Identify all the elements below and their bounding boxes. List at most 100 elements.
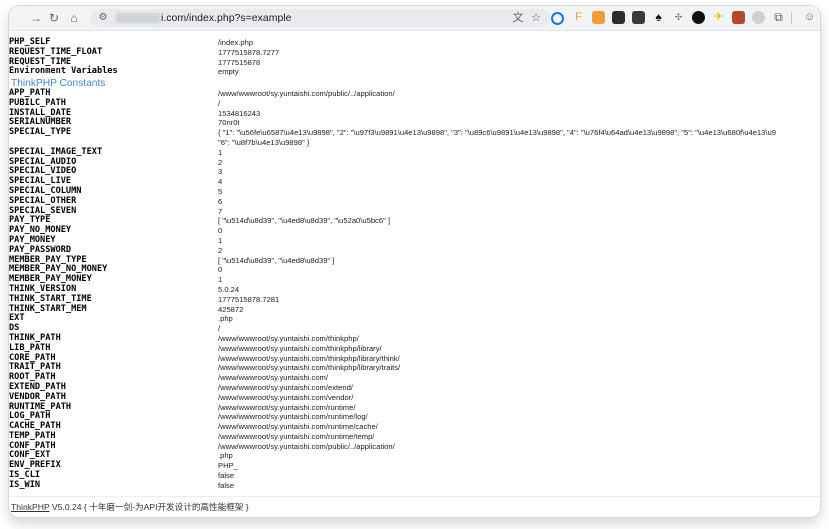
var-value: empty — [218, 67, 239, 77]
var-value: 1777515878 — [218, 57, 261, 67]
table-row: MEMBER_PAY_MONEY 1 — [9, 274, 776, 285]
table-row: VENDOR_PATH/www/wwwroot/sy.yuntaishi.com… — [9, 392, 776, 403]
var-name: IS_WIN — [9, 479, 41, 490]
var-value: 1777515878.7281 — [218, 294, 280, 304]
var-value: /www/wwwroot/sy.yuntaishi.com/runtime/ — [218, 402, 356, 412]
var-value: 425872 — [218, 304, 244, 314]
var-value: .php — [218, 314, 233, 324]
extension-f-icon[interactable]: F — [572, 11, 585, 24]
var-value: /www/wwwroot/sy.yuntaishi.com/runtime/ca… — [218, 422, 378, 432]
table-row: CACHE_PATH/www/wwwroot/sy.yuntaishi.com/… — [9, 421, 776, 432]
table-row: Environment Variables empty — [9, 67, 279, 77]
url-text[interactable]: i.com/index.php?s=example — [161, 9, 291, 27]
server-vars-table: PHP_SELF/index.php REQUEST_TIME_FLOAT 1777… — [9, 37, 279, 77]
var-name: Environment Variables — [9, 66, 118, 77]
reload-icon[interactable]: ↻ — [45, 9, 63, 27]
var-value: /www/wwwroot/sy.yuntaishi.com/public/../… — [218, 89, 395, 98]
var-value-line: "6": "\u8f7b\u4e13\u9898" } — [218, 137, 310, 147]
forward-icon[interactable]: → — [27, 9, 45, 27]
var-value: /www/wwwroot/sy.yuntaishi.com/runtime/te… — [218, 431, 375, 441]
page-footer: ThinkPHP V5.0.24 { 十年磨一剑-为API开发设计的高性能框架 … — [9, 496, 820, 517]
var-value: /www/wwwroot/sy.yuntaishi.com/thinkphp/ — [218, 333, 359, 343]
var-name: THINK_START_MEM — [9, 303, 87, 314]
profile-icon[interactable]: ☺ — [803, 11, 816, 24]
var-value: PHP_ — [218, 461, 238, 471]
table-row: SPECIAL_TYPE { "1": "\u56fe\u6587\u4e13\u… — [9, 127, 776, 148]
extension-dark-icon[interactable] — [612, 11, 625, 24]
var-value: 7 — [218, 206, 223, 216]
var-value: 2 — [218, 245, 223, 255]
table-row: PAY_MONEY 1 — [9, 235, 776, 246]
var-value: .php — [218, 451, 233, 461]
var-value: /www/wwwroot/sy.yuntaishi.com/ — [218, 373, 328, 383]
var-value: [ "\u514d\u8d39", "\u4ed8\u8d39", "\u52a… — [218, 216, 390, 226]
extension-gray-icon[interactable] — [752, 11, 765, 24]
var-value: /www/wwwroot/sy.yuntaishi.com/extend/ — [218, 382, 353, 392]
table-row: THINK_VERSION 5.0.24 — [9, 284, 776, 295]
extension-spade-icon[interactable]: ♠ — [652, 11, 665, 24]
thinkphp-link[interactable]: ThinkPHP — [11, 502, 50, 512]
extension-spiral-icon[interactable] — [692, 11, 705, 24]
var-value: 1 — [218, 275, 223, 285]
var-value: 0 — [218, 226, 223, 236]
table-row: ROOT_PATH/www/wwwroot/sy.yuntaishi.com/ — [9, 372, 776, 383]
bookmark-star-icon[interactable]: ☆ — [528, 9, 544, 27]
var-value: /www/wwwroot/sy.yuntaishi.com/vendor/ — [218, 392, 354, 402]
browser-toolbar: → ↻ ⌂ ⚙ i.com/index.php?s=example 文 ☆ F … — [9, 6, 820, 31]
var-value: { "1": "\u56fe\u6587\u4e13\u9898", "2": … — [218, 128, 776, 148]
var-value: 70nr0t — [218, 118, 240, 128]
address-bar[interactable]: ⚙ i.com/index.php?s=example 文 ☆ — [90, 9, 550, 27]
table-row: SPECIAL_OTHER 6 — [9, 196, 776, 207]
var-value: 6 — [218, 196, 223, 206]
table-row: SERIALNUMBER 70nr0t — [9, 118, 776, 128]
table-row: SPECIAL_IMAGE_TEXT 1 — [9, 147, 776, 158]
table-row: DS / — [9, 323, 776, 334]
table-row: APP_PATH/www/wwwroot/sy.yuntaishi.com/pu… — [9, 88, 776, 99]
var-value: 1 — [218, 147, 223, 157]
var-value-line: { "1": "\u56fe\u6587\u4e13\u9898", "2": … — [218, 128, 776, 138]
table-row: THINK_START_TIME 1777515878.7281 — [9, 294, 776, 305]
table-row: PAY_PASSWORD 2 — [9, 245, 776, 256]
var-value: 0 — [218, 265, 223, 275]
var-value: /www/wwwroot/sy.yuntaishi.com/thinkphp/l… — [218, 353, 400, 363]
var-value: / — [218, 98, 221, 108]
constants-table: APP_PATH/www/wwwroot/sy.yuntaishi.com/pu… — [9, 88, 776, 491]
var-value: 1 — [218, 235, 223, 245]
table-row: ENV_PREFIX PHP_ — [9, 460, 776, 471]
table-row: SPECIAL_LIVE 4 — [9, 176, 776, 187]
extension-bird-icon[interactable]: ✈ — [712, 11, 725, 24]
var-value: 3 — [218, 167, 223, 177]
var-value: /www/wwwroot/sy.yuntaishi.com/public/../… — [218, 441, 395, 451]
var-name: IS_CLI — [9, 470, 41, 481]
table-row: SPECIAL_COLUMN 5 — [9, 186, 776, 197]
extension-puzzle-small-icon[interactable]: ✣ — [672, 11, 685, 24]
table-row: LIB_PATH/www/wwwroot/sy.yuntaishi.com/th… — [9, 343, 776, 354]
table-row: PAY_TYPE[ "\u514d\u8d39", "\u4ed8\u8d39"… — [9, 216, 776, 226]
var-name: EXT — [9, 313, 25, 324]
table-row: LOG_PATH/www/wwwroot/sy.yuntaishi.com/ru… — [9, 411, 776, 422]
var-value: /index.php — [218, 38, 254, 47]
page-content: PHP_SELF/index.php REQUEST_TIME_FLOAT 1777… — [9, 31, 820, 517]
table-row: MEMBER_PAY_TYPE[ "\u514d\u8d39", "\u4ed8… — [9, 255, 776, 266]
table-row: EXTEND_PATH/www/wwwroot/sy.yuntaishi.com… — [9, 382, 776, 393]
table-row: PUBILC_PATH / — [9, 98, 776, 109]
translate-icon[interactable]: 文 — [510, 9, 526, 27]
var-name: ENV_PREFIX — [9, 460, 61, 471]
table-row: THINK_START_MEM 425872 — [9, 303, 776, 315]
table-row: PAY_NO_MONEY 0 — [9, 225, 776, 236]
table-row: CORE_PATH/www/wwwroot/sy.yuntaishi.com/t… — [9, 353, 776, 364]
extension-ez-icon[interactable] — [632, 11, 645, 24]
table-row: CONF_EXT .php — [9, 451, 776, 461]
table-row: MEMBER_PAY_NO_MONEY 0 — [9, 265, 776, 275]
footer-text: V5.0.24 { 十年磨一剑-为API开发设计的高性能框架 } — [49, 502, 249, 512]
var-value: false — [218, 480, 235, 490]
extension-circle-icon[interactable] — [551, 12, 564, 25]
table-row: CONF_PATH/www/wwwroot/sy.yuntaishi.com/p… — [9, 441, 776, 452]
extensions-puzzle-icon[interactable]: ⧉ — [772, 11, 785, 24]
var-value: 5 — [218, 186, 223, 196]
table-row: INSTALL_DATE 1534816243 — [9, 108, 776, 119]
home-icon[interactable]: ⌂ — [65, 9, 83, 27]
site-settings-icon[interactable]: ⚙ — [96, 9, 110, 27]
extension-red-icon[interactable] — [732, 11, 745, 24]
extension-fox-icon[interactable] — [592, 11, 605, 24]
